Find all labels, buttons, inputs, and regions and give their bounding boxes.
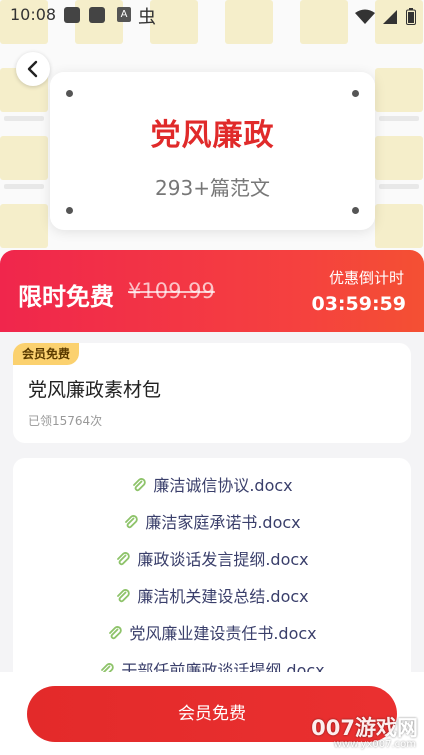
signal-icon — [382, 9, 397, 24]
paperclip-icon — [117, 589, 131, 603]
promo-label: 限时免费 — [18, 283, 114, 311]
file-item[interactable]: 廉洁诚信协议.docx — [13, 472, 411, 496]
paperclip-icon — [133, 478, 147, 492]
paperclip-icon — [125, 515, 139, 529]
file-name: 廉洁诚信协议.docx — [153, 476, 293, 495]
watermark-logo: 007游戏网 — [311, 716, 418, 740]
member-badge: 会员免费 — [13, 343, 79, 365]
file-item[interactable]: 党风廉业建设责任书.docx — [13, 620, 411, 644]
file-name: 廉政谈话发言提纲.docx — [137, 550, 309, 569]
corner-dot — [66, 90, 73, 97]
cover-title: 党风廉政 — [150, 118, 275, 153]
file-item[interactable]: 廉洁机关建设总结.docx — [13, 583, 411, 607]
countdown-timer: 03:59:59 — [311, 293, 406, 315]
file-name: 党风廉业建设责任书.docx — [129, 624, 317, 643]
file-name: 廉洁机关建设总结.docx — [137, 587, 309, 606]
countdown-label: 优惠倒计时 — [328, 269, 404, 287]
notification-icon — [89, 7, 105, 23]
status-bar: 10:08 A 虫 — [0, 0, 424, 30]
notification-icon — [64, 7, 80, 23]
battery-icon — [406, 8, 416, 25]
status-time: 10:08 — [10, 5, 57, 24]
paperclip-icon — [117, 552, 131, 566]
cover-subtitle: 293+篇范文 — [155, 176, 270, 200]
bug-icon: 虫 — [138, 7, 156, 28]
back-button[interactable] — [16, 52, 50, 86]
watermark-url: www.yx007.com — [333, 739, 416, 750]
file-item[interactable]: 廉政谈话发言提纲.docx — [13, 546, 411, 570]
package-title: 党风廉政素材包 — [28, 379, 162, 401]
status-icons — [354, 6, 416, 25]
original-price: ¥109.99 — [128, 279, 215, 303]
paperclip-icon — [109, 626, 123, 640]
wifi-icon — [354, 9, 375, 24]
file-name: 廉洁家庭承诺书.docx — [145, 513, 301, 532]
file-item[interactable]: 廉洁家庭承诺书.docx — [13, 509, 411, 533]
corner-dot — [352, 90, 359, 97]
claimed-count: 已领15764次 — [28, 414, 103, 428]
corner-dot — [66, 207, 73, 214]
chevron-left-icon — [27, 60, 38, 78]
corner-dot — [352, 207, 359, 214]
cover-card: 党风廉政 293+篇范文 — [50, 72, 375, 230]
app-a-icon: A — [117, 7, 131, 22]
